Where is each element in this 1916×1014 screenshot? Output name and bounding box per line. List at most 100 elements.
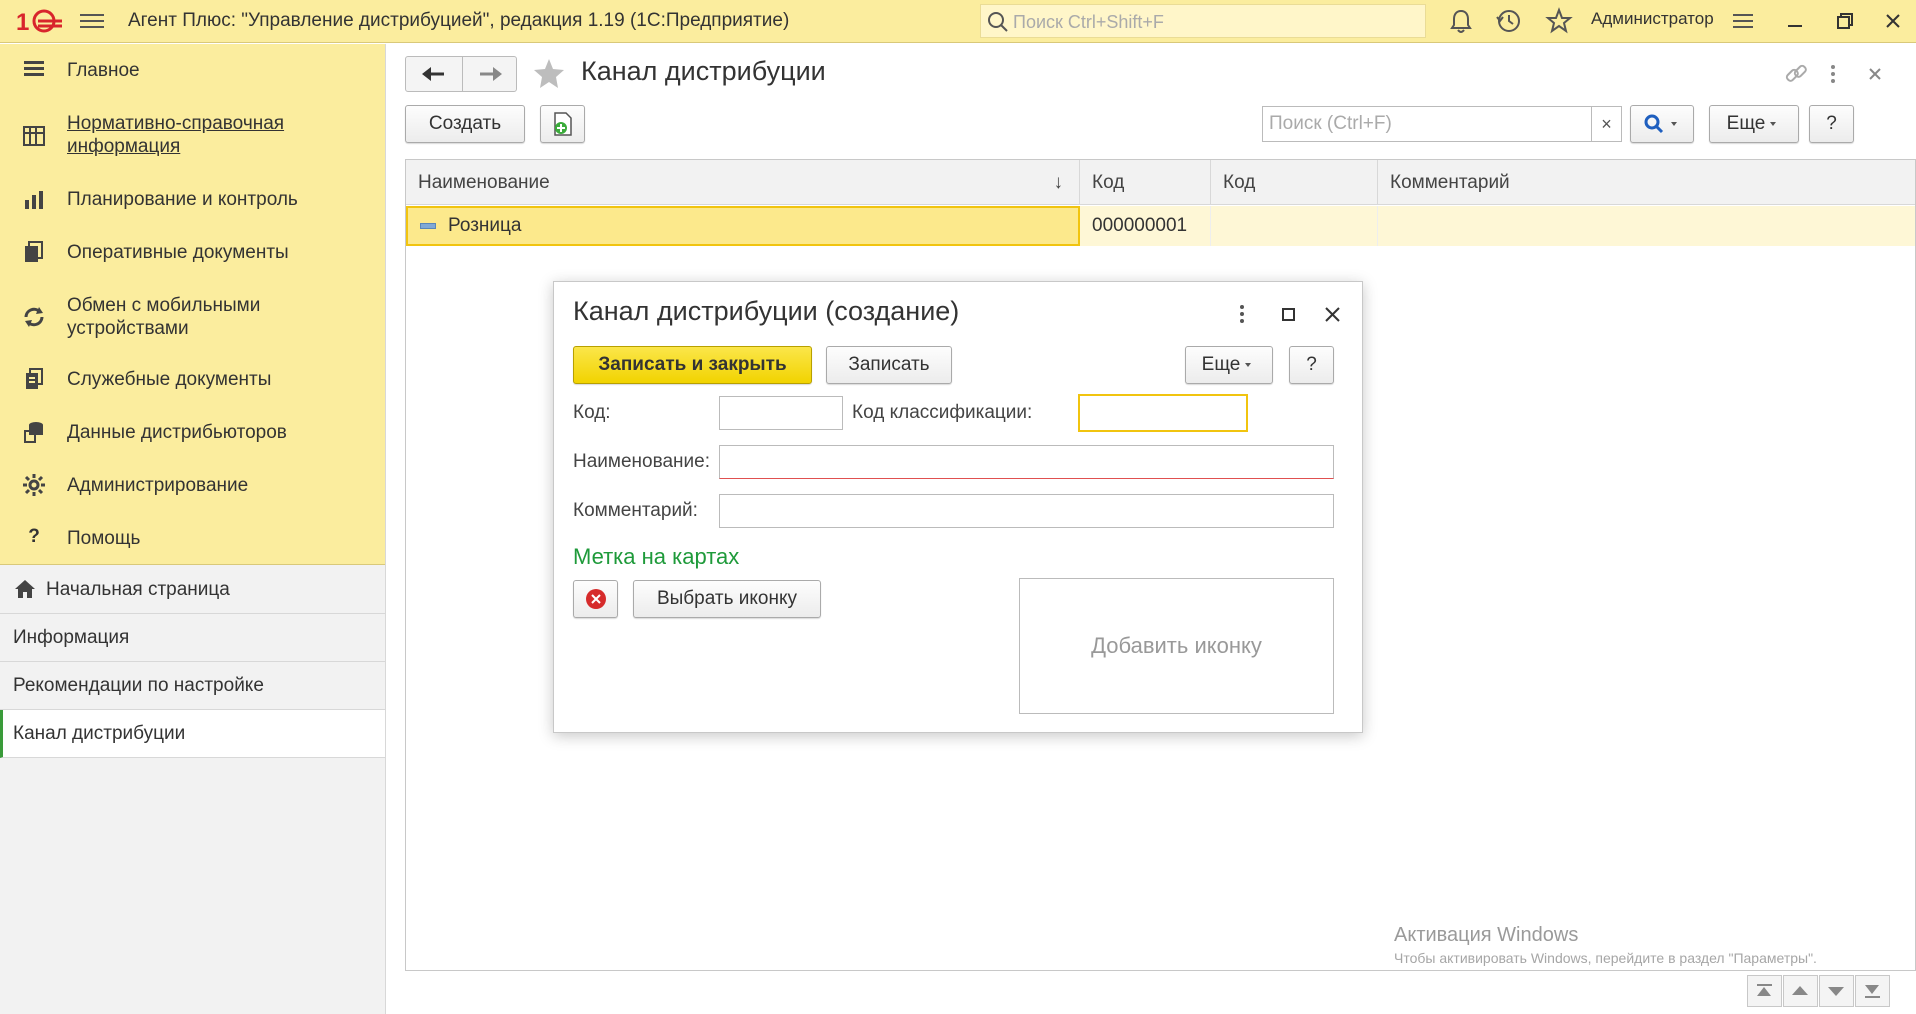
sidebar-item-label: Главное <box>67 60 140 81</box>
sidebar: Главное Нормативно-справочная информация… <box>0 44 386 1014</box>
sidebar-item-label: Обмен с мобильными устройствами <box>67 295 261 339</box>
windows-activation-title: Активация Windows <box>1394 924 1579 946</box>
link-icon[interactable] <box>1782 60 1810 88</box>
sidebar-item-help[interactable]: ? Помощь <box>0 521 385 555</box>
cell-name-text: Розница <box>448 215 522 236</box>
column-header-label: Наименование <box>418 172 550 193</box>
column-header-comment[interactable]: Комментарий <box>1378 160 1915 205</box>
search-icon <box>1644 114 1664 134</box>
nav-buttons <box>405 56 517 92</box>
sidebar-item-administration[interactable]: Администрирование <box>0 468 385 502</box>
dialog-help-button[interactable]: ? <box>1289 346 1334 384</box>
scroll-top-button[interactable] <box>1747 975 1782 1007</box>
help-button[interactable]: ? <box>1809 105 1854 143</box>
minimize-icon[interactable] <box>1780 6 1810 36</box>
open-window-home[interactable]: Начальная страница <box>0 566 385 614</box>
history-icon[interactable] <box>1494 6 1524 36</box>
cell-class-code[interactable] <box>1211 206 1378 246</box>
help-icon: ? <box>28 526 40 547</box>
chevron-down-icon <box>1671 122 1677 126</box>
add-document-icon <box>553 112 572 136</box>
favorite-star-icon[interactable] <box>531 56 567 92</box>
sidebar-item-label: Администрирование <box>67 475 249 496</box>
sidebar-item-label: Данные дистрибьюторов <box>67 422 287 443</box>
settings-menu-icon[interactable] <box>1728 6 1758 36</box>
sidebar-item-service-docs[interactable]: Служебные документы <box>0 362 385 396</box>
arrow-right-icon <box>480 67 502 81</box>
column-header-code[interactable]: Код <box>1080 160 1211 205</box>
gear-icon <box>23 474 45 496</box>
catalog-item-icon <box>420 222 436 229</box>
forward-button[interactable] <box>462 57 517 91</box>
clear-icon-button[interactable] <box>573 580 618 618</box>
cell-code[interactable]: 000000001 <box>1080 206 1211 246</box>
dialog-title: Канал дистрибуции (создание) <box>573 296 960 326</box>
close-app-icon[interactable] <box>1878 6 1908 36</box>
sync-icon <box>24 307 44 327</box>
sidebar-item-planning[interactable]: Планирование и контроль <box>0 182 385 216</box>
more-vertical-icon[interactable] <box>1236 300 1248 328</box>
notifications-bell-icon[interactable] <box>1446 6 1476 36</box>
user-name[interactable]: Администратор <box>1591 9 1714 29</box>
windows-activation-hint: Чтобы активировать Windows, перейдите в … <box>1394 950 1817 966</box>
sidebar-item-distributor-data[interactable]: Данные дистрибьюторов <box>0 415 385 449</box>
search-icon <box>988 12 1008 32</box>
more-actions-button[interactable]: Еще <box>1709 105 1799 143</box>
open-window-label: Информация <box>13 627 130 648</box>
close-dialog-icon[interactable] <box>1322 300 1344 328</box>
close-window-icon[interactable] <box>1865 60 1887 88</box>
clear-search-button[interactable]: × <box>1591 107 1621 141</box>
save-button[interactable]: Записать <box>826 346 952 384</box>
comment-field[interactable] <box>719 494 1334 528</box>
open-window-distribution-channel[interactable]: Канал дистрибуции <box>0 710 385 758</box>
create-button[interactable]: Создать <box>405 105 525 143</box>
add-icon-area[interactable]: Добавить иконку <box>1019 578 1334 714</box>
open-window-label: Начальная страница <box>46 579 230 600</box>
class-code-field[interactable] <box>1078 394 1248 432</box>
scroll-bottom-button[interactable] <box>1855 975 1890 1007</box>
map-label-group-title: Метка на картах <box>573 544 740 569</box>
column-header-class-code[interactable]: Код классификации <box>1211 160 1378 238</box>
open-window-information[interactable]: Информация <box>0 614 385 662</box>
home-icon <box>15 580 35 598</box>
scroll-down-icon <box>1828 987 1844 996</box>
scroll-top-icon <box>1757 984 1772 996</box>
search-options-button[interactable] <box>1630 105 1694 143</box>
choose-icon-button[interactable]: Выбрать иконку <box>633 580 821 618</box>
sidebar-item-operational-docs[interactable]: Оперативные документы <box>0 235 385 269</box>
top-bar: 1 Агент Плюс: "Управление дистрибуцией",… <box>0 0 1916 43</box>
main-menu-icon[interactable] <box>80 10 104 32</box>
list-search-box: × <box>1262 106 1622 142</box>
scroll-up-button[interactable] <box>1783 975 1818 1007</box>
cell-name[interactable]: Розница <box>406 206 1080 246</box>
list-search-input[interactable] <box>1263 107 1583 141</box>
sidebar-item-reference[interactable]: Нормативно-справочная информация <box>0 110 385 160</box>
save-and-close-button[interactable]: Записать и закрыть <box>573 346 812 384</box>
table-row[interactable]: Розница 000000001 <box>406 206 1915 246</box>
scroll-down-button[interactable] <box>1819 975 1854 1007</box>
dialog-more-button[interactable]: Еще <box>1185 346 1273 384</box>
maximize-icon[interactable] <box>1278 300 1300 328</box>
distributor-data-icon <box>24 422 43 443</box>
code-field[interactable] <box>719 396 843 430</box>
scroll-bottom-icon <box>1865 985 1880 998</box>
more-vertical-icon[interactable] <box>1827 60 1839 88</box>
page-title: Канал дистрибуции <box>581 56 826 86</box>
column-header-name[interactable]: Наименование ↓ <box>406 160 1080 205</box>
cell-comment[interactable] <box>1378 206 1915 246</box>
sidebar-item-main[interactable]: Главное <box>0 54 385 88</box>
restore-window-icon[interactable] <box>1830 6 1860 36</box>
favorites-star-icon[interactable] <box>1544 6 1574 36</box>
menu-icon <box>24 61 44 76</box>
sidebar-item-mobile-exchange[interactable]: Обмен с мобильными устройствами <box>0 292 385 342</box>
clear-red-x-icon <box>585 589 606 609</box>
create-channel-dialog: Канал дистрибуции (создание) Записать и … <box>553 281 1363 733</box>
svg-text:1: 1 <box>16 9 29 34</box>
name-field[interactable] <box>719 445 1334 479</box>
global-search-input[interactable]: Поиск Ctrl+Shift+F <box>980 4 1426 38</box>
create-copy-button[interactable] <box>540 105 585 143</box>
open-window-recommendations[interactable]: Рекомендации по настройке <box>0 662 385 710</box>
1c-logo-icon[interactable]: 1 <box>16 8 64 36</box>
back-button[interactable] <box>406 57 461 91</box>
table-header: Наименование ↓ Код Код классификации Ком… <box>406 160 1915 238</box>
